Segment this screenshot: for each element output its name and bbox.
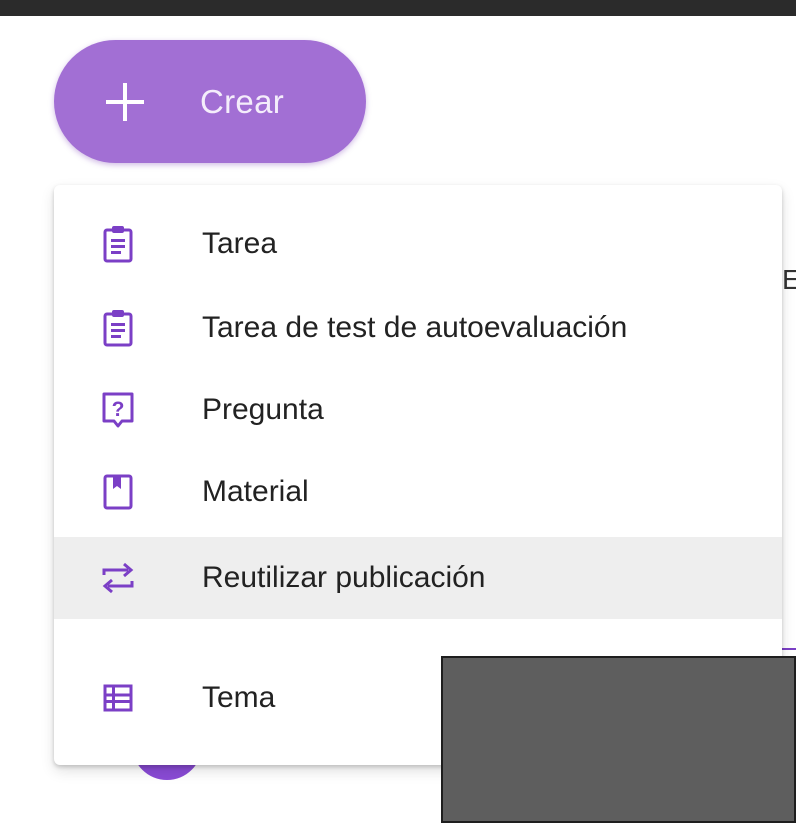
plus-icon — [106, 82, 144, 121]
create-button-label: Crear — [200, 82, 285, 120]
menu-item-quiz-assignment[interactable]: Tarea de test de autoevaluación — [54, 287, 782, 369]
svg-text:?: ? — [112, 398, 125, 421]
menu-item-label: Tarea — [202, 227, 278, 260]
topic-icon — [100, 679, 136, 717]
create-button[interactable]: Crear — [54, 40, 366, 163]
top-bar — [0, 0, 796, 16]
reuse-icon — [100, 559, 136, 597]
material-icon — [100, 473, 136, 511]
menu-item-label: Material — [202, 475, 309, 508]
menu-item-reuse-post[interactable]: Reutilizar publicación — [54, 537, 782, 619]
background-text-fragment: E — [782, 264, 796, 295]
menu-item-assignment[interactable]: Tarea — [54, 203, 782, 285]
question-icon: ? — [100, 391, 136, 429]
assignment-icon — [100, 225, 136, 263]
overlay-panel — [441, 656, 796, 823]
menu-item-question[interactable]: ? Pregunta — [54, 369, 782, 451]
menu-item-material[interactable]: Material — [54, 451, 782, 533]
menu-item-label: Tarea de test de autoevaluación — [202, 311, 628, 344]
quiz-assignment-icon — [100, 309, 136, 347]
menu-item-label: Tema — [202, 681, 276, 714]
menu-item-label: Reutilizar publicación — [202, 561, 486, 594]
menu-item-label: Pregunta — [202, 393, 324, 426]
background-accent-line — [782, 648, 796, 650]
